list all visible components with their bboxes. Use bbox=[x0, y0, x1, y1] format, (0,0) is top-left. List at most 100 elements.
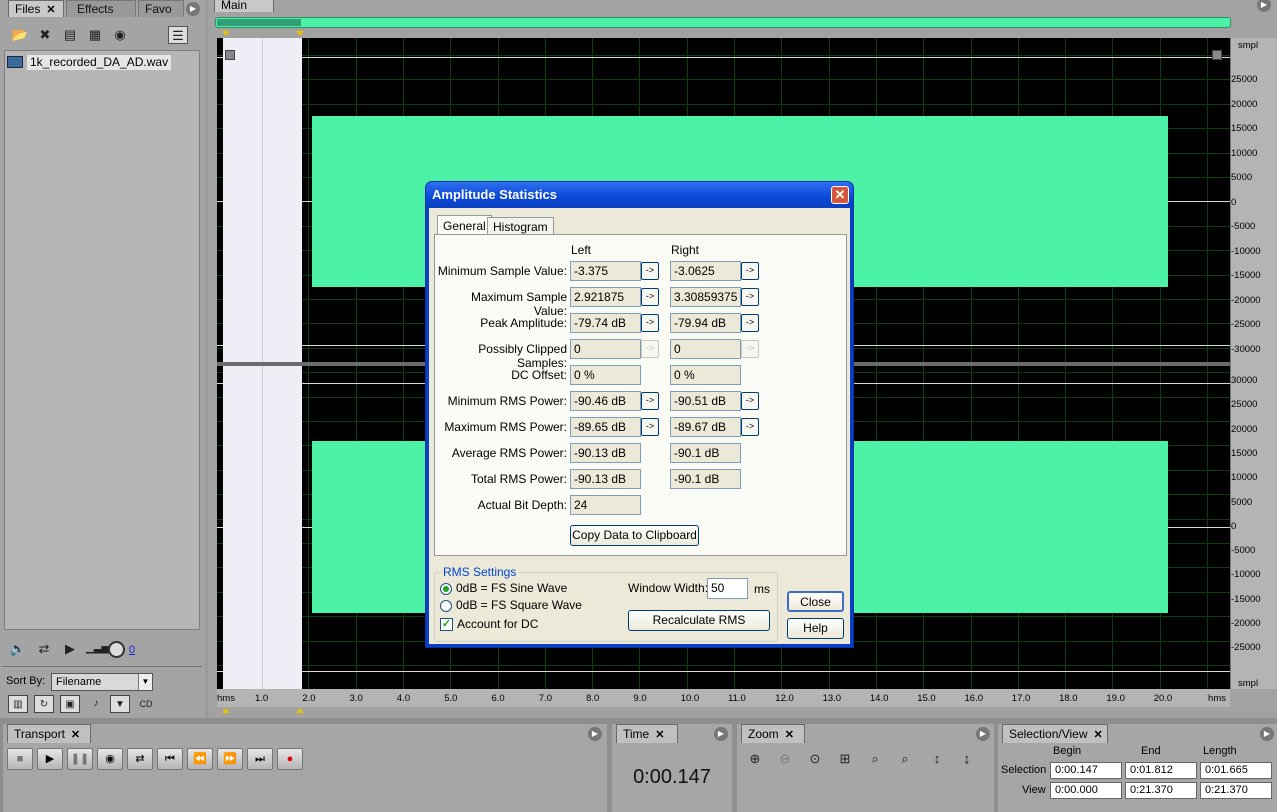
go-to-left-button[interactable]: -> bbox=[641, 314, 659, 332]
tab-effects[interactable]: Effects bbox=[66, 0, 136, 17]
zoom-corner-icon[interactable] bbox=[225, 50, 235, 60]
stat-left-value: -90.46 dB bbox=[570, 391, 641, 411]
radio-sine-label[interactable]: 0dB = FS Sine Wave bbox=[456, 581, 567, 595]
cd-audio-icon[interactable]: CD bbox=[136, 695, 156, 713]
panel-menu-icon[interactable]: ▶ bbox=[186, 2, 200, 16]
zoom-in-vertical-icon[interactable]: ↕ bbox=[927, 750, 947, 768]
close-icon[interactable]: ✕ bbox=[71, 729, 80, 741]
selection-end-marker[interactable] bbox=[296, 31, 304, 36]
speaker-icon[interactable]: 🔈 bbox=[8, 640, 28, 658]
tab-general[interactable]: General bbox=[437, 215, 492, 235]
filter-icon[interactable]: ▼ bbox=[110, 695, 130, 713]
go-to-right-button[interactable]: -> bbox=[741, 262, 759, 280]
zoom-right-edge-icon[interactable]: ⌕ bbox=[895, 750, 915, 768]
window-width-input[interactable]: 50 bbox=[707, 578, 748, 599]
insert-multitrack-icon[interactable]: ▦ bbox=[85, 26, 105, 44]
time-ruler: hms 1.0 2.0 3.0 4.0 5.0 6.0 7.0 8.0 9.0 10.0 11.0 1… bbox=[217, 689, 1230, 707]
checkbox-account-dc[interactable]: ✓ bbox=[440, 618, 453, 631]
file-list-item[interactable]: 1k_recorded_DA_AD.wav bbox=[7, 55, 172, 70]
panel-menu-icon[interactable]: ▶ bbox=[714, 727, 728, 741]
panel-menu-icon[interactable]: ▶ bbox=[1257, 0, 1271, 12]
checkbox-dc-label[interactable]: Account for DC bbox=[457, 617, 538, 631]
cd-icon[interactable]: ◉ bbox=[110, 26, 130, 44]
zoom-in-horizontal-icon[interactable]: ⊕ bbox=[745, 750, 765, 768]
go-to-right-button[interactable]: -> bbox=[741, 288, 759, 306]
record-button[interactable]: ● bbox=[277, 748, 303, 770]
panel-menu-icon[interactable]: ▶ bbox=[588, 727, 602, 741]
go-to-end-button[interactable]: ⏭ bbox=[247, 748, 273, 770]
tab-main[interactable]: Main bbox=[214, 0, 274, 12]
zoom-out-horizontal-icon[interactable]: ⊖ bbox=[775, 750, 795, 768]
view-end-field[interactable]: 0:21.370 bbox=[1125, 782, 1197, 799]
tab-files[interactable]: Files ✕ bbox=[8, 0, 64, 17]
go-to-start-button[interactable]: ⏮ bbox=[157, 748, 183, 770]
show-waveform-icon[interactable]: ▥ bbox=[8, 695, 28, 713]
selection-end-marker-bottom[interactable] bbox=[296, 708, 304, 713]
close-button[interactable]: Close bbox=[787, 591, 844, 612]
overview-viewport[interactable] bbox=[217, 19, 301, 26]
tab-selection-view[interactable]: Selection/View ✕ bbox=[1002, 724, 1108, 743]
radio-square-wave[interactable] bbox=[440, 600, 452, 612]
sort-by-select[interactable]: Filename ▼ bbox=[51, 673, 153, 691]
loop-play-button[interactable]: ⇄ bbox=[127, 748, 153, 770]
stop-button[interactable]: ■ bbox=[7, 748, 33, 770]
go-to-right-button[interactable]: -> bbox=[741, 418, 759, 436]
recalculate-rms-button[interactable]: Recalculate RMS bbox=[628, 610, 770, 631]
chevron-down-icon[interactable]: ▼ bbox=[138, 674, 152, 690]
show-loop-icon[interactable]: ↻ bbox=[34, 695, 54, 713]
close-icon[interactable]: ✕ bbox=[46, 4, 55, 16]
volume-knob[interactable] bbox=[108, 641, 125, 658]
panel-menu-icon[interactable]: ▶ bbox=[976, 727, 990, 741]
go-to-left-button[interactable]: -> bbox=[641, 288, 659, 306]
close-icon[interactable]: ✕ bbox=[785, 729, 794, 741]
play-icon[interactable]: ▶ bbox=[60, 640, 80, 658]
go-to-left-button[interactable]: -> bbox=[641, 340, 659, 358]
tab-zoom[interactable]: Zoom ✕ bbox=[741, 724, 805, 743]
show-video-icon[interactable]: ▣ bbox=[60, 695, 80, 713]
selection-start-marker-bottom[interactable] bbox=[222, 708, 230, 713]
go-to-right-button[interactable]: -> bbox=[741, 392, 759, 410]
panel-menu-icon[interactable]: ▶ bbox=[1260, 727, 1274, 741]
view-length-field[interactable]: 0:21.370 bbox=[1200, 782, 1272, 799]
rewind-button[interactable]: ⏪ bbox=[187, 748, 213, 770]
zoom-out-full-icon[interactable]: ⊙ bbox=[805, 750, 825, 768]
tab-time[interactable]: Time ✕ bbox=[616, 724, 678, 743]
play-to-end-button[interactable]: ◉ bbox=[97, 748, 123, 770]
loop-icon[interactable]: ⇄ bbox=[34, 640, 54, 658]
radio-square-label[interactable]: 0dB = FS Square Wave bbox=[456, 598, 582, 612]
preview-icon[interactable]: ☰ bbox=[168, 26, 188, 44]
pause-button[interactable]: ❚❚ bbox=[67, 748, 93, 770]
zoom-to-selection-icon[interactable]: ⊞ bbox=[835, 750, 855, 768]
play-button[interactable]: ▶ bbox=[37, 748, 63, 770]
overview-bar[interactable] bbox=[215, 17, 1231, 28]
insert-icon[interactable]: ▤ bbox=[60, 26, 80, 44]
zoom-out-vertical-icon[interactable]: ↨ bbox=[957, 750, 977, 768]
stat-label: Average RMS Power: bbox=[451, 446, 567, 460]
show-midi-icon[interactable]: ♪ bbox=[86, 695, 106, 713]
radio-sine-wave[interactable] bbox=[440, 583, 452, 595]
zoom-corner-icon-right[interactable] bbox=[1212, 50, 1222, 60]
tab-transport[interactable]: Transport ✕ bbox=[7, 724, 91, 743]
close-file-icon[interactable]: ✖ bbox=[35, 26, 55, 44]
go-to-right-button[interactable]: -> bbox=[741, 340, 759, 358]
go-to-left-button[interactable]: -> bbox=[641, 392, 659, 410]
help-button[interactable]: Help bbox=[787, 618, 844, 639]
go-to-right-button[interactable]: -> bbox=[741, 314, 759, 332]
selection-start-marker[interactable] bbox=[222, 31, 230, 36]
tab-favorites[interactable]: Favo bbox=[138, 0, 184, 17]
tab-histogram[interactable]: Histogram bbox=[487, 217, 554, 235]
selection-end-field[interactable]: 0:01.812 bbox=[1125, 762, 1197, 779]
view-begin-field[interactable]: 0:00.000 bbox=[1050, 782, 1122, 799]
go-to-left-button[interactable]: -> bbox=[641, 418, 659, 436]
close-icon[interactable]: ✕ bbox=[831, 186, 849, 204]
go-to-left-button[interactable]: -> bbox=[641, 262, 659, 280]
selection-length-field[interactable]: 0:01.665 bbox=[1200, 762, 1272, 779]
close-icon[interactable]: ✕ bbox=[655, 729, 664, 741]
volume-value[interactable]: 0 bbox=[129, 644, 135, 656]
close-icon[interactable]: ✕ bbox=[1094, 729, 1103, 741]
copy-data-button[interactable]: Copy Data to Clipboard bbox=[570, 525, 699, 546]
open-file-icon[interactable]: 📂 bbox=[10, 26, 30, 44]
selection-begin-field[interactable]: 0:00.147 bbox=[1050, 762, 1122, 779]
fast-forward-button[interactable]: ⏩ bbox=[217, 748, 243, 770]
zoom-left-edge-icon[interactable]: ⌕ bbox=[865, 750, 885, 768]
